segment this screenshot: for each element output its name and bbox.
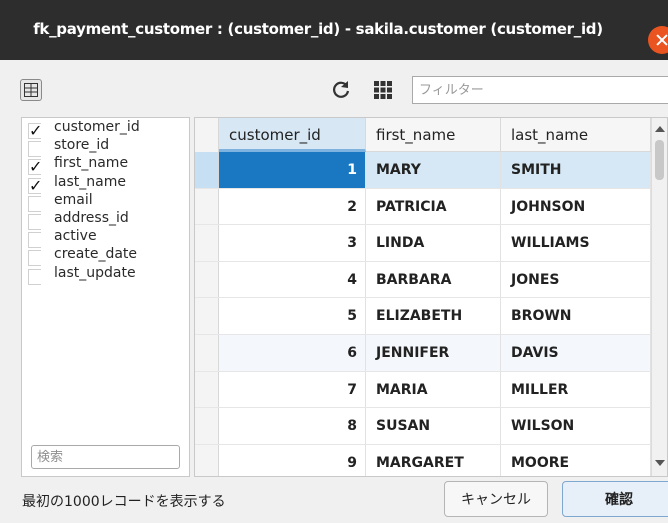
cell-first-name[interactable]: LINDA bbox=[366, 225, 501, 261]
scroll-up-icon[interactable] bbox=[655, 126, 665, 132]
row-header[interactable] bbox=[195, 408, 219, 444]
window-title: fk_payment_customer : (customer_id) - sa… bbox=[33, 20, 603, 38]
cell-first-name[interactable]: BARBARA bbox=[366, 261, 501, 298]
table-body: 1 MARY SMITH 2 PATRICIA JOHNSON 3 LINDA … bbox=[195, 152, 667, 476]
table-row[interactable]: 4 BARBARA JONES bbox=[195, 261, 667, 299]
table-row[interactable]: 3 LINDA WILLIAMS bbox=[195, 225, 667, 262]
cell-customer-id[interactable]: 9 bbox=[219, 444, 366, 476]
confirm-button[interactable]: 確認 bbox=[562, 481, 668, 517]
column-item-label: create_date bbox=[54, 246, 138, 263]
cell-customer-id[interactable]: 5 bbox=[219, 298, 366, 334]
row-header[interactable] bbox=[195, 334, 219, 371]
cell-last-name[interactable]: BROWN bbox=[501, 298, 651, 334]
close-icon[interactable] bbox=[648, 26, 668, 54]
cell-customer-id[interactable]: 7 bbox=[219, 371, 366, 408]
cell-customer-id[interactable]: 8 bbox=[219, 408, 366, 444]
table-row[interactable]: 8 SUSAN WILSON bbox=[195, 408, 667, 445]
table-row[interactable]: 2 PATRICIA JOHNSON bbox=[195, 188, 667, 226]
data-table: customer_id first_name last_name 1 MARY … bbox=[194, 117, 668, 477]
refresh-icon[interactable] bbox=[330, 79, 352, 101]
table-row[interactable]: 9 MARGARET MOORE bbox=[195, 444, 667, 476]
checkbox-checked[interactable]: ✓ bbox=[28, 159, 42, 176]
grid-icon[interactable] bbox=[374, 81, 392, 99]
row-header[interactable] bbox=[195, 152, 219, 188]
checkbox-unchecked[interactable] bbox=[28, 250, 41, 267]
cell-customer-id[interactable]: 2 bbox=[219, 188, 366, 225]
cell-last-name[interactable]: JOHNSON bbox=[501, 188, 651, 225]
checkbox-unchecked[interactable] bbox=[28, 232, 41, 249]
scroll-down-icon[interactable] bbox=[655, 460, 665, 466]
dialog-window: fk_payment_customer : (customer_id) - sa… bbox=[0, 0, 668, 523]
column-item-label: address_id bbox=[54, 209, 129, 226]
cell-first-name[interactable]: PATRICIA bbox=[366, 188, 501, 225]
checkbox-unchecked[interactable] bbox=[28, 213, 41, 230]
cell-first-name[interactable]: MARY bbox=[366, 152, 501, 188]
cell-customer-id[interactable]: 1 bbox=[219, 152, 366, 188]
record-limit-text: 最初の1000レコードを表示する bbox=[22, 494, 226, 510]
table-row[interactable]: 1 MARY SMITH bbox=[195, 152, 667, 189]
column-item-label: active bbox=[54, 228, 97, 245]
filter-input[interactable] bbox=[412, 76, 668, 104]
row-header[interactable] bbox=[195, 298, 219, 334]
column-item-label: last_name bbox=[54, 173, 126, 190]
checkbox-unchecked[interactable] bbox=[28, 195, 41, 212]
cell-last-name[interactable]: DAVIS bbox=[501, 334, 651, 371]
cancel-button[interactable]: キャンセル bbox=[444, 481, 548, 517]
cell-last-name[interactable]: MILLER bbox=[501, 371, 651, 408]
column-search-input[interactable] bbox=[31, 445, 180, 469]
header-customer-id[interactable]: customer_id bbox=[219, 118, 366, 152]
toolbar bbox=[0, 66, 668, 112]
cell-first-name[interactable]: MARIA bbox=[366, 371, 501, 408]
checkbox-unchecked[interactable] bbox=[28, 268, 41, 285]
column-item-label: first_name bbox=[54, 155, 129, 172]
cell-last-name[interactable]: WILLIAMS bbox=[501, 225, 651, 261]
checkbox-checked[interactable]: ✓ bbox=[28, 177, 42, 194]
checkbox-checked[interactable]: ✓ bbox=[28, 123, 42, 139]
scrollbar-thumb[interactable] bbox=[655, 140, 664, 180]
column-item-label: store_id bbox=[54, 137, 110, 154]
table-row[interactable]: 5 ELIZABETH BROWN bbox=[195, 298, 667, 335]
columns-toggle-button[interactable] bbox=[20, 79, 42, 101]
cell-first-name[interactable]: JENNIFER bbox=[366, 334, 501, 371]
cell-customer-id[interactable]: 3 bbox=[219, 225, 366, 261]
title-bar: fk_payment_customer : (customer_id) - sa… bbox=[0, 0, 668, 60]
checkbox-unchecked[interactable] bbox=[28, 141, 41, 158]
row-header[interactable] bbox=[195, 371, 219, 408]
cell-last-name[interactable]: MOORE bbox=[501, 444, 651, 476]
column-item-label: customer_id bbox=[54, 119, 140, 135]
column-item-label: last_update bbox=[54, 264, 136, 281]
row-header[interactable] bbox=[195, 261, 219, 298]
cell-first-name[interactable]: MARGARET bbox=[366, 444, 501, 476]
row-header[interactable] bbox=[195, 225, 219, 261]
cell-last-name[interactable]: SMITH bbox=[501, 152, 651, 188]
row-header[interactable] bbox=[195, 444, 219, 476]
cell-first-name[interactable]: SUSAN bbox=[366, 408, 501, 444]
cell-customer-id[interactable]: 4 bbox=[219, 261, 366, 298]
header-last-name[interactable]: last_name bbox=[501, 118, 651, 152]
column-item-label: email bbox=[54, 191, 93, 208]
row-header[interactable] bbox=[195, 188, 219, 225]
cell-last-name[interactable]: JONES bbox=[501, 261, 651, 298]
table-row[interactable]: 6 JENNIFER DAVIS bbox=[195, 334, 667, 372]
columns-panel: ✓ customer_id store_id ✓ first_name ✓ la… bbox=[21, 117, 190, 477]
vertical-scrollbar[interactable] bbox=[651, 118, 667, 476]
columns-toggle-icon bbox=[24, 83, 38, 97]
header-first-name[interactable]: first_name bbox=[366, 118, 501, 152]
cell-last-name[interactable]: WILSON bbox=[501, 408, 651, 444]
cell-customer-id[interactable]: 6 bbox=[219, 334, 366, 371]
cell-first-name[interactable]: ELIZABETH bbox=[366, 298, 501, 334]
table-row[interactable]: 7 MARIA MILLER bbox=[195, 371, 667, 409]
